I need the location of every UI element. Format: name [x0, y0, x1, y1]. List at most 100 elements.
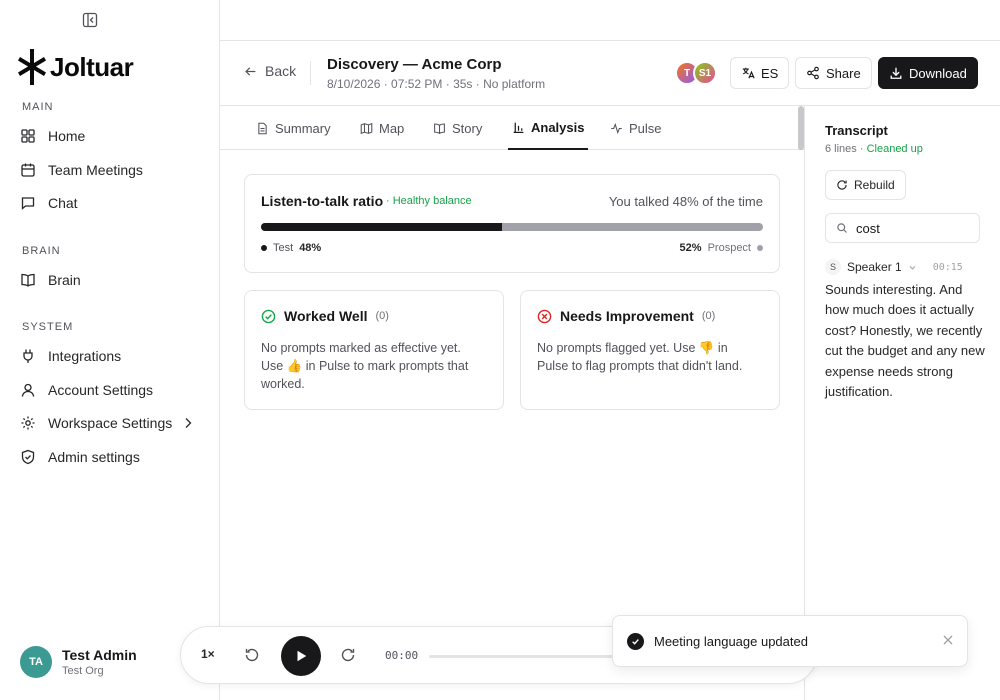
logo-text: Joltuar: [50, 51, 134, 82]
speaker-name[interactable]: Speaker 1: [847, 260, 902, 274]
share-label: Share: [826, 65, 861, 81]
sidebar-item-integrations[interactable]: Integrations: [20, 343, 200, 369]
worked-well-card: Worked Well (0) No prompts marked as eff…: [244, 290, 504, 410]
transcript-text: Sounds interesting. And how much does it…: [825, 282, 985, 400]
ratio-title: Listen-to-talk ratio: [261, 193, 384, 209]
needs-improvement-count: (0): [701, 310, 716, 322]
panel-divider: [804, 106, 805, 700]
refresh-icon: [837, 180, 847, 190]
legend-dot: [261, 245, 267, 251]
section-label-system: SYSTEM: [22, 321, 74, 333]
worked-well-title: Worked Well: [284, 308, 368, 324]
search-icon: [837, 223, 847, 233]
tab-label: Story: [452, 120, 483, 136]
transcript-meta: 6 lines · Cleaned up: [825, 143, 923, 155]
sidebar: Joltuar MAIN Home Team Meetings Chat BRA…: [0, 0, 220, 700]
transcript-title: Transcript: [825, 123, 888, 138]
playback-time: 00:00: [385, 649, 419, 662]
map-icon: [360, 122, 373, 134]
file-text-icon: [258, 122, 267, 134]
legend-other-pct: 52%: [679, 242, 702, 254]
page-title: Discovery — Acme Corp: [327, 56, 502, 73]
activity-icon: [611, 122, 622, 134]
tab-summary[interactable]: Summary: [256, 106, 331, 150]
share-button[interactable]: Share: [795, 57, 872, 89]
user-profile[interactable]: TA Test Admin Test Org: [20, 646, 137, 678]
app-logo[interactable]: Joltuar: [16, 49, 134, 85]
needs-improvement-card: Needs Improvement (0) No prompts flagged…: [520, 290, 780, 410]
sidebar-item-label: Home: [48, 128, 86, 144]
tab-label: Pulse: [629, 120, 662, 136]
sidebar-collapse-icon[interactable]: [82, 12, 98, 28]
tab-map[interactable]: Map: [360, 106, 404, 150]
download-icon: [890, 67, 902, 79]
participant-avatars[interactable]: T S1: [675, 61, 717, 85]
toast-message: Meeting language updated: [654, 633, 808, 649]
user-icon: [21, 383, 35, 397]
legend-self-label: Test: [273, 242, 294, 254]
tab-analysis[interactable]: Analysis: [508, 106, 589, 150]
transcript-line-count: 6 lines: [825, 143, 857, 155]
translate-icon: [742, 67, 755, 79]
play-button[interactable]: [281, 636, 321, 676]
meeting-meta: 8/10/2026 · 07:52 PM · 35s · No platform: [327, 77, 546, 91]
x-circle-icon: [537, 309, 552, 323]
share-icon: [807, 66, 819, 80]
rebuild-label: Rebuild: [854, 178, 895, 192]
tab-label: Summary: [275, 120, 331, 136]
gear-icon: [21, 416, 35, 430]
language-label: ES: [761, 65, 779, 81]
sidebar-item-team-meetings[interactable]: Team Meetings: [20, 157, 200, 183]
transcript-speaker: S Speaker 1 00:15: [825, 259, 963, 275]
tab-label: Analysis: [531, 119, 585, 135]
worked-well-text: No prompts marked as effective yet. Use …: [261, 341, 469, 391]
chevron-down-icon[interactable]: [908, 263, 917, 272]
legend-other-label: Prospect: [707, 242, 751, 254]
user-org: Test Org: [62, 665, 104, 677]
download-label: Download: [909, 65, 967, 81]
playback-speed-button[interactable]: 1×: [201, 647, 215, 661]
sidebar-item-brain[interactable]: Brain: [20, 267, 200, 293]
sidebar-item-account-settings[interactable]: Account Settings: [20, 377, 200, 403]
calendar-icon: [21, 163, 35, 177]
forward-icon[interactable]: [340, 647, 356, 663]
needs-improvement-text: No prompts flagged yet. Use 👎 in Pulse t…: [537, 341, 743, 373]
language-button[interactable]: ES: [730, 57, 790, 89]
sidebar-item-admin-settings[interactable]: Admin settings: [20, 444, 200, 470]
close-icon[interactable]: [943, 635, 953, 645]
transcript-search[interactable]: [825, 213, 980, 243]
transcript-status: · Cleaned up: [859, 143, 923, 155]
plug-icon: [23, 349, 33, 363]
sidebar-item-label: Workspace Settings: [48, 415, 173, 431]
check-circle-icon: [627, 632, 644, 650]
tab-bar: Summary Map Story Analysis Pulse: [220, 106, 804, 150]
bar-chart-icon: [513, 122, 524, 133]
rebuild-button[interactable]: Rebuild: [825, 170, 906, 200]
rewind-icon[interactable]: [244, 647, 260, 663]
ratio-legend-other: 52% Prospect: [680, 242, 763, 254]
legend-self-pct: 48%: [299, 242, 322, 254]
listen-talk-ratio-card: Listen-to-talk ratio · Healthy balance Y…: [244, 174, 780, 273]
shield-check-icon: [21, 449, 35, 465]
chevron-right-icon[interactable]: [180, 415, 196, 431]
back-button[interactable]: Back: [244, 63, 296, 79]
sidebar-item-label: Brain: [48, 272, 81, 288]
sidebar-item-label: Account Settings: [48, 382, 154, 398]
sidebar-item-workspace-settings[interactable]: Workspace Settings: [20, 410, 200, 436]
tab-pulse[interactable]: Pulse: [610, 106, 662, 150]
layout-grid-icon: [21, 129, 35, 143]
download-button[interactable]: Download: [878, 57, 978, 89]
logo-icon: [18, 49, 46, 85]
participant-avatar: S1: [693, 61, 717, 85]
tab-story[interactable]: Story: [433, 106, 482, 150]
transcript-timestamp[interactable]: 00:15: [933, 262, 963, 273]
section-label-brain: BRAIN: [22, 245, 61, 257]
sidebar-item-label: Admin settings: [48, 449, 140, 465]
toast-notification: Meeting language updated: [612, 615, 968, 667]
search-input[interactable]: [856, 220, 966, 236]
sidebar-item-home[interactable]: Home: [20, 123, 200, 149]
needs-improvement-title: Needs Improvement: [560, 308, 694, 324]
check-circle-icon: [261, 309, 276, 323]
arrow-left-icon: [245, 66, 256, 76]
sidebar-item-chat[interactable]: Chat: [20, 190, 200, 216]
